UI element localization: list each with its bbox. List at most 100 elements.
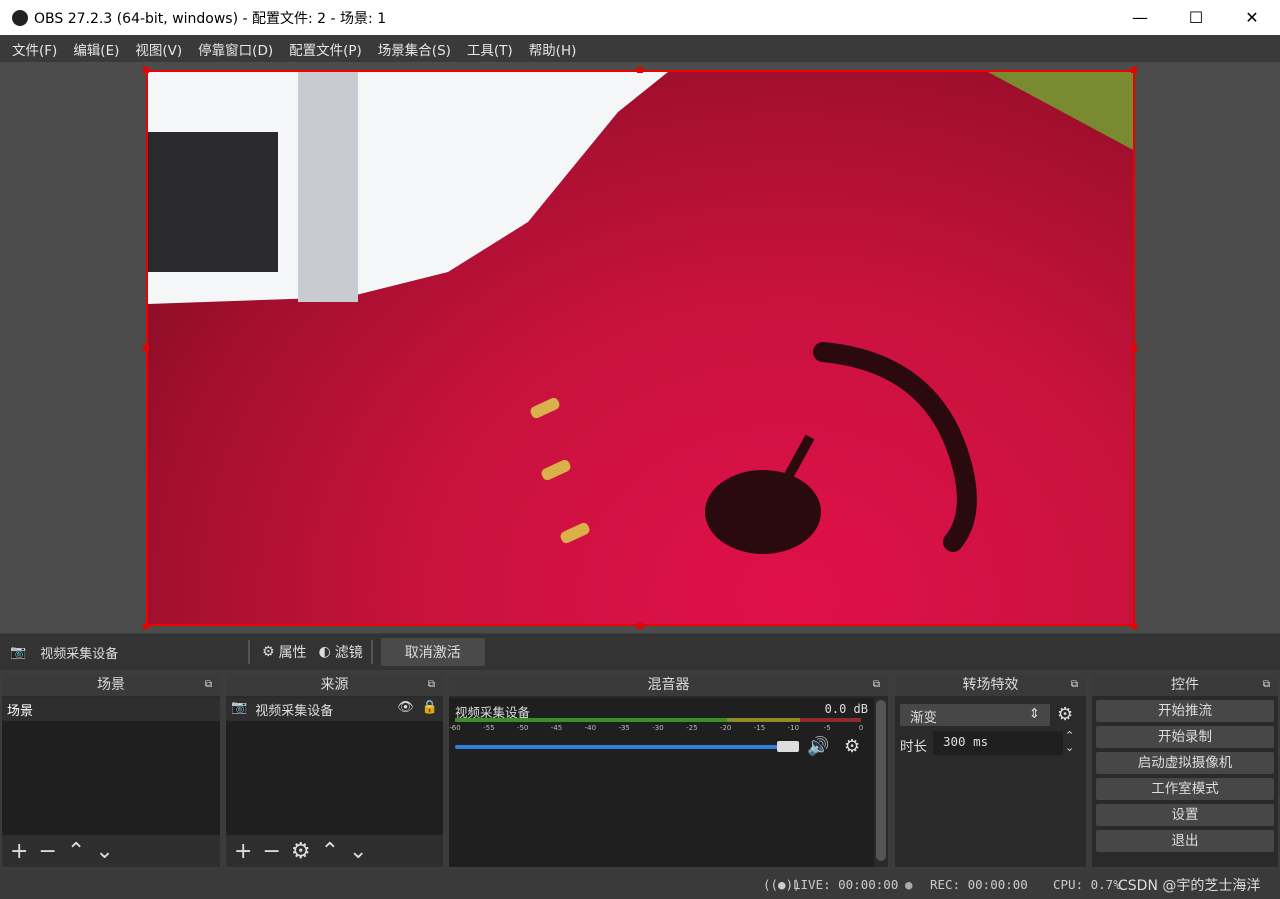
- menu-tools[interactable]: 工具(T): [459, 39, 521, 59]
- video-capture-preview[interactable]: [146, 70, 1135, 626]
- move-up-icon[interactable]: ⌃: [67, 839, 85, 864]
- sources-title: 来源: [320, 677, 349, 693]
- mixer-dock: 混音器 ⧉ 视频采集设备 0.0 dB -60 -55 -50 -45 -40 -35 -30…: [449, 674, 888, 867]
- move-down-icon[interactable]: ⌄: [95, 839, 113, 864]
- menu-file[interactable]: 文件(F): [4, 39, 65, 59]
- menu-docks[interactable]: 停靠窗口(D): [190, 39, 281, 59]
- start-virtual-camera-button[interactable]: 启动虚拟摄像机: [1096, 752, 1274, 774]
- close-button[interactable]: ✕: [1224, 0, 1280, 35]
- add-icon[interactable]: +: [10, 839, 28, 864]
- source-toolbar: 📷 视频采集设备 ⚙ 属性 ◐ 滤镜 取消激活: [0, 634, 1280, 670]
- live-timer: LIVE: 00:00:00: [793, 877, 899, 892]
- resize-handle[interactable]: [637, 623, 643, 629]
- divider: [370, 640, 373, 664]
- menu-scene-collection[interactable]: 场景集合(S): [370, 39, 459, 59]
- watermark: CSDN @宇的芝士海洋: [1118, 878, 1261, 894]
- sources-dock: 来源 ⧉ 📷 视频采集设备 👁 🔒 + − ⚙ ⌃ ⌄: [226, 674, 443, 867]
- resize-handle[interactable]: [1131, 67, 1137, 73]
- gear-icon[interactable]: ⚙: [844, 736, 860, 757]
- start-recording-button[interactable]: 开始录制: [1096, 726, 1274, 748]
- source-item[interactable]: 📷 视频采集设备 👁 🔒: [226, 698, 443, 721]
- channel-level: 0.0 dB: [824, 702, 868, 716]
- status-bar: ((●)) LIVE: 00:00:00 ● REC: 00:00:00 CPU…: [0, 869, 1280, 899]
- settings-button[interactable]: 设置: [1096, 804, 1274, 826]
- spinner-icon: ⇕: [1028, 706, 1040, 722]
- transition-value: 渐变: [910, 710, 937, 726]
- camera-icon: 📷: [10, 644, 27, 660]
- gear-icon[interactable]: ⚙: [1057, 704, 1073, 725]
- start-streaming-button[interactable]: 开始推流: [1096, 700, 1274, 722]
- resize-handle[interactable]: [143, 345, 149, 351]
- transitions-dock: 转场特效 ⧉ 渐变 ⇕ ⚙ 时长 300 ms ⌃ ⌄: [895, 674, 1086, 867]
- duration-input[interactable]: 300 ms: [933, 731, 1063, 755]
- source-label: 视频采集设备: [255, 704, 334, 719]
- filters-button[interactable]: ◐ 滤镜: [319, 642, 363, 662]
- deactivate-button[interactable]: 取消激活: [380, 638, 485, 666]
- menu-profile[interactable]: 配置文件(P): [281, 39, 370, 59]
- volume-slider[interactable]: [455, 745, 795, 749]
- meter-tick-label: -25: [686, 724, 698, 732]
- meter-tick-label: -55: [483, 724, 495, 732]
- menu-edit[interactable]: 编辑(E): [65, 39, 127, 59]
- float-icon[interactable]: ⧉: [873, 674, 880, 696]
- rec-icon: ●: [905, 877, 913, 892]
- maximize-button[interactable]: ☐: [1168, 0, 1224, 35]
- filter-icon: ◐: [318, 644, 331, 660]
- meter-tick-label: -15: [753, 724, 766, 732]
- cpu-usage: CPU: 0.7%: [1053, 877, 1121, 892]
- transitions-title: 转场特效: [962, 677, 1019, 693]
- meter-tick-label: -30: [652, 724, 664, 732]
- minimize-button[interactable]: —: [1112, 0, 1168, 35]
- move-down-icon[interactable]: ⌄: [349, 839, 367, 864]
- controls-dock: 控件 ⧉ 开始推流 开始录制 启动虚拟摄像机 工作室模式 设置 退出: [1092, 674, 1278, 867]
- gear-icon: ⚙: [262, 644, 275, 660]
- resize-handle[interactable]: [143, 623, 149, 629]
- meter-tick-label: -5: [823, 724, 831, 732]
- resize-handle[interactable]: [1131, 623, 1137, 629]
- selected-source-name: 视频采集设备: [40, 646, 119, 662]
- scenes-dock: 场景 ⧉ 场景 + − ⌃ ⌄: [2, 674, 220, 867]
- transition-select[interactable]: 渐变 ⇕: [900, 704, 1050, 726]
- properties-button[interactable]: ⚙ 属性: [262, 642, 307, 662]
- float-icon[interactable]: ⧉: [1071, 674, 1078, 696]
- remove-icon[interactable]: −: [262, 839, 280, 864]
- resize-handle[interactable]: [143, 67, 149, 73]
- scenes-title: 场景: [97, 677, 125, 693]
- scene-item[interactable]: 场景: [2, 698, 220, 721]
- gear-icon[interactable]: ⚙: [291, 839, 311, 864]
- meter-tick-label: -40: [584, 724, 597, 732]
- menu-view[interactable]: 视图(V): [127, 39, 190, 59]
- meter-tick-label: -35: [618, 724, 630, 732]
- studio-mode-button[interactable]: 工作室模式: [1096, 778, 1274, 800]
- rec-timer: REC: 00:00:00: [930, 877, 1028, 892]
- camera-icon: 📷: [231, 700, 248, 715]
- meter-tick-label: -45: [550, 724, 563, 732]
- meter-tick-label: -50: [516, 724, 529, 732]
- scrollbar[interactable]: [876, 700, 886, 861]
- resize-handle[interactable]: [637, 67, 643, 73]
- title-bar: OBS 27.2.3 (64-bit, windows) - 配置文件: 2 -…: [0, 0, 1280, 35]
- float-icon[interactable]: ⧉: [1263, 674, 1270, 696]
- volume-meter: [455, 718, 861, 722]
- float-icon[interactable]: ⧉: [205, 674, 212, 696]
- webcam-image: [148, 72, 1133, 554]
- meter-tick-label: -10: [787, 724, 800, 732]
- filters-label: 滤镜: [334, 645, 363, 661]
- duration-stepper[interactable]: ⌃ ⌄: [1065, 730, 1074, 754]
- eye-icon[interactable]: 👁: [397, 700, 414, 719]
- menu-help[interactable]: 帮助(H): [521, 39, 585, 59]
- exit-button[interactable]: 退出: [1096, 830, 1274, 852]
- resize-handle[interactable]: [1131, 345, 1137, 351]
- volume-slider-handle[interactable]: [777, 741, 799, 752]
- controls-title: 控件: [1171, 677, 1199, 693]
- remove-icon[interactable]: −: [38, 839, 56, 864]
- menu-bar: 文件(F) 编辑(E) 视图(V) 停靠窗口(D) 配置文件(P) 场景集合(S…: [0, 35, 1280, 62]
- obs-logo-icon: [12, 9, 28, 26]
- add-icon[interactable]: +: [234, 839, 252, 864]
- float-icon[interactable]: ⧉: [428, 674, 435, 696]
- meter-tick-label: -20: [719, 724, 732, 732]
- move-up-icon[interactable]: ⌃: [321, 839, 339, 864]
- mixer-title: 混音器: [647, 677, 690, 693]
- speaker-icon[interactable]: 🔊: [807, 736, 829, 757]
- lock-icon[interactable]: 🔒: [422, 700, 438, 719]
